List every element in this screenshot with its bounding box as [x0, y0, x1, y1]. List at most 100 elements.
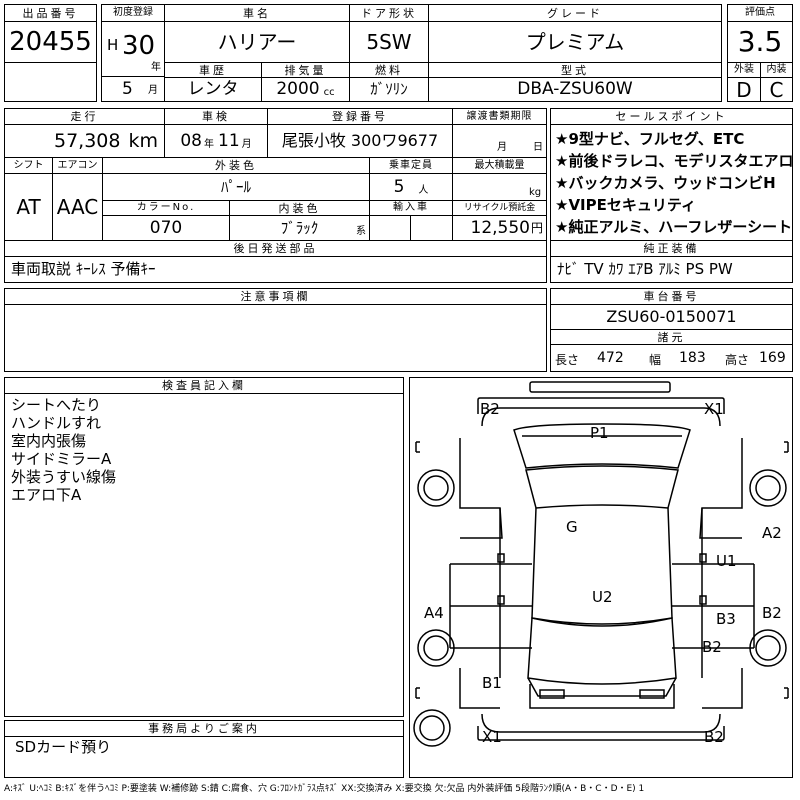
lot-no-label: 出品番号	[4, 4, 97, 22]
car-name-label: 車名	[164, 4, 350, 22]
inspector-line: サイドミラーA	[11, 450, 112, 468]
height-label: 高さ	[725, 353, 750, 367]
import-label: 輸入車	[369, 200, 453, 216]
score-label: 評価点	[727, 4, 793, 22]
inspector-line: 外装うすい線傷	[11, 468, 117, 486]
color-no: 070	[102, 215, 230, 241]
capacity-box: 5 人	[369, 173, 453, 201]
first-reg-year: 30	[122, 31, 156, 61]
inspector-line: ハンドルすれ	[11, 414, 102, 432]
damage-mark: U1	[716, 552, 737, 570]
int-color-label: 内装色	[229, 200, 370, 216]
recycle-unit: 円	[530, 221, 543, 235]
color-no-label: カラーNo.	[102, 200, 230, 216]
exterior-grade: D	[727, 77, 761, 102]
inspector-notes: シートへたり ハンドルすれ 室内内張傷 サイドミラーA 外装うすい線傷 エアロ下…	[4, 393, 404, 717]
capacity-label: 乗車定員	[369, 157, 453, 174]
damage-diagram: B2 X1 P1 A2 G U1 U2 A4 B3 B2 B2 B1 X1 B2	[409, 377, 793, 778]
shift-label: シフト	[4, 157, 53, 174]
later-parts-label: 後日発送部品	[4, 240, 547, 257]
door: 5SW	[349, 21, 429, 63]
year-unit: 年	[151, 62, 161, 73]
inspector-line: 室内内張傷	[11, 432, 87, 450]
ac: AAC	[52, 173, 103, 241]
damage-mark: U2	[592, 588, 613, 606]
selling-point: ★バックカメラ、ウッドコンビH	[555, 174, 776, 192]
mileage-box: 57,308 km	[4, 124, 165, 158]
ext-color: ﾊﾟｰﾙ	[102, 173, 370, 201]
dims-box: 長さ 472 幅 183 高さ 169	[550, 344, 793, 372]
displacement: 2000	[276, 79, 320, 99]
plate: 尾張小牧 300ワ9677	[267, 124, 453, 158]
capacity: 5	[393, 176, 405, 197]
transfer-month-unit: 月	[497, 142, 507, 153]
first-reg-month-box: 5 月	[101, 76, 165, 102]
length: 472	[597, 350, 624, 366]
damage-mark: B2	[480, 400, 500, 418]
office-note: SDカード預り	[4, 736, 404, 778]
displacement-unit: cc	[323, 86, 335, 98]
transfer-day-unit: 日	[533, 142, 543, 153]
selling-point: ★純正アルミ、ハーフレザーシート	[555, 218, 793, 236]
plate-label: 登録番号	[267, 108, 453, 125]
damage-mark: B1	[482, 674, 502, 692]
notes-area	[4, 304, 547, 372]
exterior-label: 外装	[727, 62, 761, 78]
grade: プレミアム	[428, 21, 722, 63]
inspector-line: エアロ下A	[11, 486, 82, 504]
notes-label: 注意事項欄	[4, 288, 547, 305]
int-color-unit: 系	[356, 226, 366, 237]
era: H	[107, 36, 119, 54]
damage-mark: X1	[482, 728, 502, 746]
grade-label: グレード	[428, 4, 722, 22]
interior-label: 内装	[760, 62, 793, 78]
chassis-no: ZSU60-0150071	[550, 304, 793, 330]
selling-point: ★9型ナビ、フルセグ、ETC	[555, 130, 745, 148]
equipment-label: 純正装備	[550, 240, 793, 257]
month-unit: 月	[148, 85, 158, 96]
model: DBA-ZSU60W	[428, 77, 722, 102]
damage-mark: G	[566, 518, 578, 536]
damage-mark: X1	[704, 400, 724, 418]
width-label: 幅	[649, 353, 662, 367]
inspection-label: 車検	[164, 108, 268, 125]
history: レンタ	[164, 77, 262, 102]
load-box: kg	[452, 173, 547, 201]
lot-no: 20455	[4, 21, 97, 63]
car-name: ハリアー	[164, 21, 350, 63]
selling-point: ★前後ドラレコ、モデリスタエアロ	[555, 152, 793, 170]
length-label: 長さ	[555, 353, 580, 367]
damage-mark: A2	[762, 524, 782, 542]
inspection-box: 08 年 11 月	[164, 124, 268, 158]
ext-color-label: 外装色	[102, 157, 370, 174]
transfer-label: 譲渡書類期限	[452, 108, 547, 125]
recycle-box: 12,550 円	[452, 215, 547, 241]
inspection-year: 08	[180, 130, 202, 151]
load-label: 最大積載量	[452, 157, 547, 174]
recycle-label: リサイクル預託金	[452, 200, 547, 216]
capacity-unit: 人	[418, 185, 429, 196]
mileage-label: 走行	[4, 108, 165, 125]
damage-mark: B2	[702, 638, 722, 656]
mileage: 57,308	[54, 129, 121, 152]
later-parts: 車両取説 ｷｰﾚｽ 予備ｷｰ	[4, 256, 547, 283]
damage-mark: P1	[590, 424, 609, 442]
damage-mark: A4	[424, 604, 444, 622]
displacement-box: 2000 cc	[261, 77, 350, 102]
interior-grade: C	[760, 77, 793, 102]
import-box-2	[410, 215, 453, 241]
lot-no-blank	[4, 62, 97, 102]
selling-points: ★9型ナビ、フルセグ、ETC ★前後ドラレコ、モデリスタエアロ ★バックカメラ、…	[550, 124, 793, 241]
fuel-label: 燃料	[349, 62, 429, 78]
first-reg-year-box: H 30 年	[101, 21, 165, 77]
first-reg-label: 初度登録	[101, 4, 165, 22]
int-color: ﾌﾞﾗｯｸ	[280, 218, 319, 237]
inspector-line: シートへたり	[11, 396, 102, 414]
office-label: 事務局よりご案内	[4, 720, 404, 737]
import-box-1	[369, 215, 411, 241]
recycle: 12,550	[470, 217, 530, 238]
damage-mark: B3	[716, 610, 736, 628]
door-label: ドア形状	[349, 4, 429, 22]
width: 183	[679, 350, 706, 366]
ac-label: エアコン	[52, 157, 103, 174]
